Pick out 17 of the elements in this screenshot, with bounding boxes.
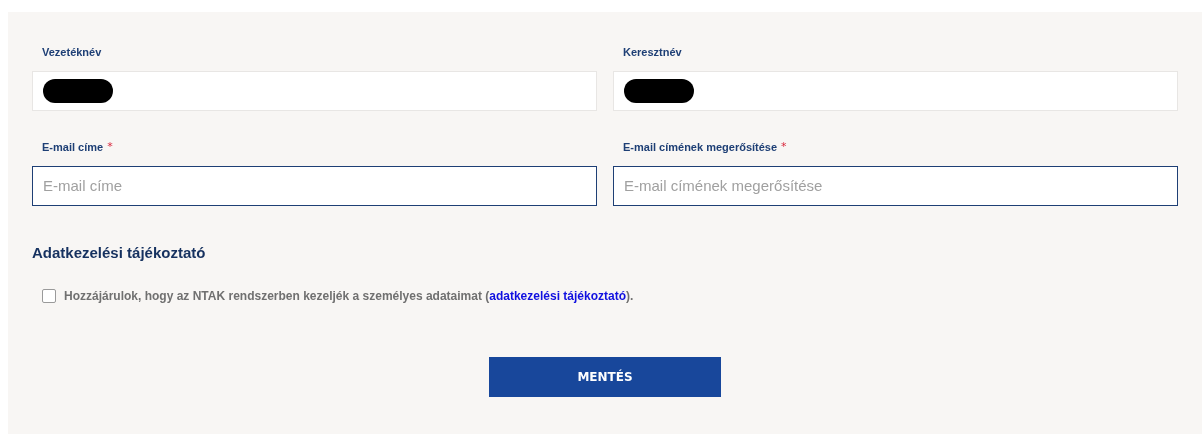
text-field[interactable]: E-mail címe bbox=[32, 166, 597, 206]
save-button[interactable]: MENTÉS bbox=[489, 356, 721, 397]
section-heading: Adatkezelési tájékoztató bbox=[32, 243, 207, 263]
field-label: E-mail címének megerősítése bbox=[623, 139, 778, 155]
consent-checkbox[interactable] bbox=[42, 288, 56, 303]
field-label: E-mail címe bbox=[42, 139, 104, 155]
privacy-link[interactable]: adatkezelési tájékoztató bbox=[489, 288, 626, 303]
redaction-mark bbox=[43, 79, 113, 103]
field-label: Keresztnév bbox=[623, 44, 682, 60]
consent-text: Hozzájárulok, hogy az NTAK rendszerben kezeljék a személyes adataimat (adatkezelési tájékoztató). bbox=[64, 287, 634, 305]
required-mark: * bbox=[107, 138, 113, 155]
redaction-mark bbox=[624, 79, 694, 103]
email-input[interactable]: E-mail címének megerősítése bbox=[624, 174, 1167, 198]
email-input[interactable]: E-mail címe bbox=[43, 174, 586, 198]
field-label: Vezetéknév bbox=[42, 44, 102, 60]
text-field[interactable]: E-mail címének megerősítése bbox=[613, 166, 1178, 206]
required-mark: * bbox=[781, 138, 787, 155]
